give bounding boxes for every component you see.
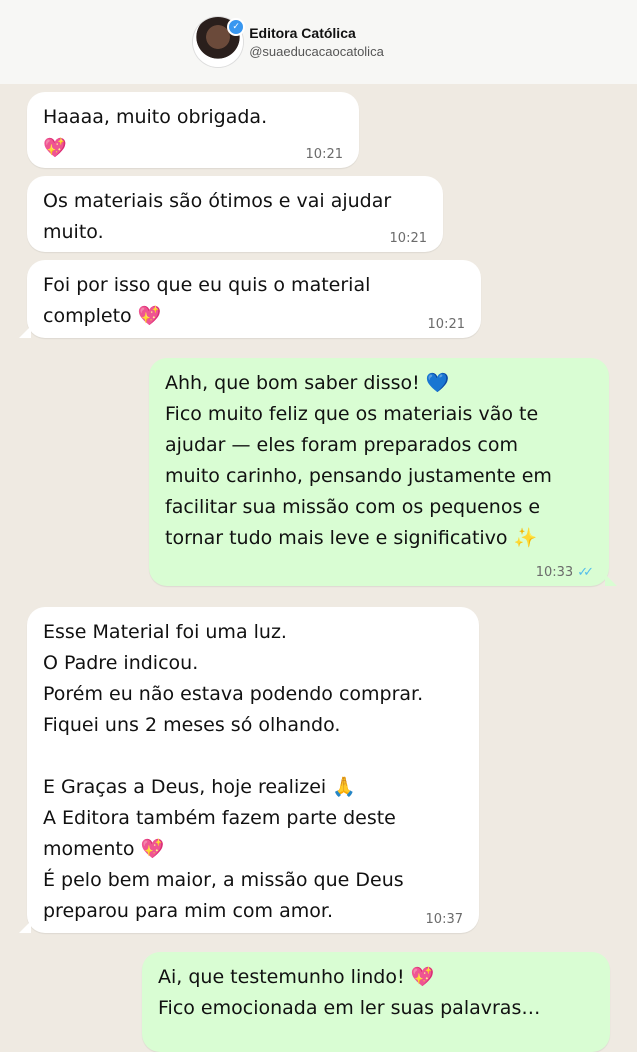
message-text: Ahh, que bom saber disso! 💙 Fico muito f…	[165, 372, 552, 549]
message-text: Haaaa, muito obrigada. 💖	[43, 106, 268, 159]
message-bubble-incoming[interactable]: Esse Material foi uma luz. O Padre indic…	[19, 607, 479, 933]
message-time-label: 10:21	[427, 317, 465, 332]
message-time: 10:33 ✓✓	[535, 565, 594, 580]
message-bubble-incoming[interactable]: Foi por isso que eu quis o material comp…	[19, 260, 481, 338]
message-text: Os materiais são ótimos e vai ajudar mui…	[43, 190, 392, 243]
message-time-label: 10:37	[425, 912, 463, 927]
verified-badge-icon: ✓	[227, 18, 246, 36]
message-bubble-incoming[interactable]: Os materiais são ótimos e vai ajudar mui…	[27, 176, 443, 252]
bubble-tail	[19, 326, 31, 338]
message-text: Ai, que testemunho lindo! 💖 Fico emocion…	[158, 966, 541, 1019]
contact-name: Editora Católica	[249, 25, 356, 41]
avatar[interactable]: ✓	[193, 17, 246, 67]
contact-handle: @suaeducacaocatolica	[249, 44, 384, 59]
double-check-icon: ✓✓	[577, 565, 594, 580]
message-time: 10:37	[426, 913, 463, 927]
contact-names: Editora Católica @suaeducacaocatolica	[249, 25, 384, 59]
message-bubble-incoming[interactable]: Haaaa, muito obrigada. 💖 10:21	[27, 92, 359, 168]
message-time: 10:21	[428, 318, 465, 332]
contact-profile[interactable]: ✓ Editora Católica @suaeducacaocatolica	[193, 17, 384, 67]
message-time-label: 10:33	[535, 565, 574, 580]
chat-header: ✓ Editora Católica @suaeducacaocatolica	[0, 0, 637, 84]
message-time: 10:21	[390, 232, 427, 246]
message-text: Foi por isso que eu quis o material comp…	[43, 274, 371, 327]
bubble-tail	[19, 921, 31, 933]
bubble-tail	[605, 574, 617, 586]
message-time: 10:21	[306, 148, 343, 162]
message-text: Esse Material foi uma luz. O Padre indic…	[43, 621, 424, 922]
message-bubble-outgoing[interactable]: Ahh, que bom saber disso! 💙 Fico muito f…	[149, 358, 617, 586]
message-bubble-outgoing[interactable]: Ai, que testemunho lindo! 💖 Fico emocion…	[142, 952, 610, 1052]
message-time-label: 10:21	[305, 147, 343, 162]
message-time-label: 10:21	[389, 231, 427, 246]
